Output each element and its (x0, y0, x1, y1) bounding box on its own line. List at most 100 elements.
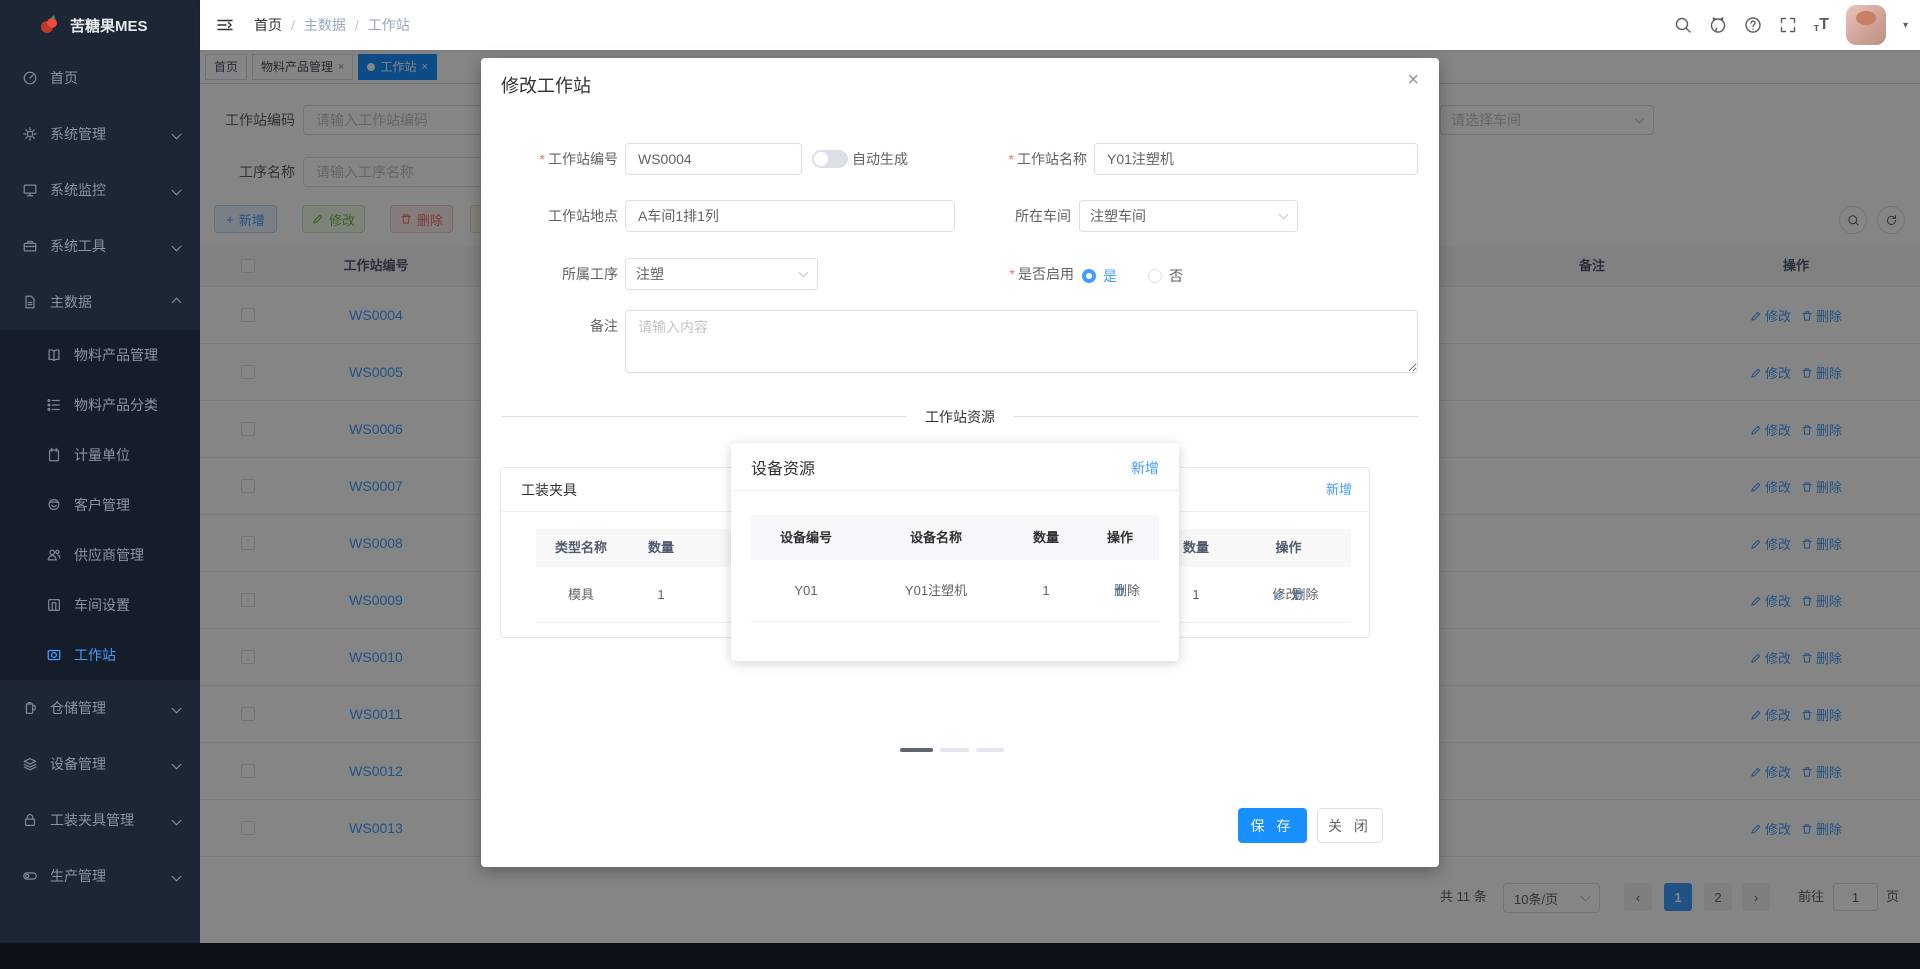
bottom-strip (0, 943, 1920, 969)
carousel-dash-active[interactable] (900, 748, 933, 752)
document-icon (22, 294, 38, 310)
process-select-value: 注塑 (636, 266, 664, 282)
right-delete-link[interactable]: 删除 (1293, 587, 1319, 602)
sidebar: 苦糖果MES 首页系统管理系统监控系统工具主数据物料产品管理 物料产品分类 计量单位… (0, 0, 200, 943)
code-input[interactable] (625, 143, 802, 175)
auto-generate-label: 自动生成 (852, 151, 908, 167)
carousel-dash[interactable] (940, 748, 969, 752)
sidebar-item-label: 计量单位 (74, 447, 130, 463)
github-icon[interactable] (1709, 16, 1727, 34)
sidebar-item-fixture-mgmt[interactable]: 工装夹具管理 (0, 792, 200, 848)
sidebar-item-label: 物料产品分类 (74, 397, 158, 413)
popup-table-header: 设备编号 设备名称 数量 操作 (751, 515, 1159, 560)
breadcrumb: 首页 / 主数据 / 工作站 (254, 0, 410, 50)
process-select[interactable]: 注塑 (625, 258, 818, 290)
sidebar-item-system-mgmt[interactable]: 系统管理 (0, 106, 200, 162)
font-size-icon[interactable]: тT (1814, 16, 1829, 34)
popup-delete-link[interactable]: 删除 (1114, 583, 1140, 598)
search-icon[interactable] (1674, 16, 1692, 34)
supplier-icon (46, 547, 62, 563)
popup-divider (731, 490, 1179, 491)
chevron-down-icon (171, 815, 182, 825)
popup-add-link[interactable]: 新增 (1131, 458, 1159, 478)
breadcrumb-separator: / (291, 17, 295, 33)
help-icon[interactable] (1744, 16, 1762, 34)
remark-label: 备注 (590, 318, 618, 334)
chevron-down-icon (798, 267, 809, 278)
sidebar-item-label: 设备管理 (50, 756, 106, 772)
notebook-icon (46, 447, 62, 463)
process-label: 所属工序 (562, 266, 618, 282)
cancel-button[interactable]: 关 闭 (1317, 808, 1383, 843)
sidebar-item-material-product-mgmt[interactable]: 物料产品管理 (0, 330, 200, 380)
sidebar-item-label: 系统工具 (50, 238, 106, 254)
sidebar-item-label: 工装夹具管理 (50, 812, 134, 828)
sidebar-item-workstation[interactable]: 工作站 (0, 630, 200, 680)
workshop-select[interactable]: 注塑车间 (1079, 200, 1298, 232)
door-icon (46, 597, 62, 613)
sidebar-item-system-tools[interactable]: 系统工具 (0, 218, 200, 274)
chevron-down-icon[interactable]: ▾ (1903, 20, 1908, 31)
sidebar-item-production-mgmt[interactable]: 生产管理 (0, 848, 200, 904)
right-edit-link[interactable]: 修改 (1273, 587, 1299, 602)
sidebar-collapse-icon[interactable] (216, 16, 234, 34)
name-label: * 工作站名称 (1008, 151, 1087, 167)
dashboard-icon (22, 70, 38, 86)
enabled-yes-radio[interactable]: 是 (1082, 266, 1117, 286)
enabled-no-radio[interactable]: 否 (1148, 266, 1183, 286)
remark-textarea[interactable] (625, 310, 1418, 373)
fullscreen-icon[interactable] (1779, 16, 1797, 34)
sidebar-item-home[interactable]: 首页 (0, 50, 200, 106)
avatar[interactable] (1845, 5, 1886, 45)
location-input[interactable] (625, 200, 955, 232)
navbar-actions: тT ▾ (1674, 0, 1908, 50)
code-label: * 工作站编号 (539, 151, 618, 167)
sidebar-item-label: 仓储管理 (50, 700, 106, 716)
sidebar-item-label: 客户管理 (74, 497, 130, 513)
sidebar-item-label: 系统管理 (50, 126, 106, 142)
sidebar-item-warehouse-mgmt[interactable]: 仓储管理 (0, 680, 200, 736)
device-resources-popup: 设备资源 新增 设备编号 设备名称 数量 操作 Y01 Y01注塑机 1 删除 (731, 443, 1179, 661)
carousel-dash[interactable] (976, 748, 1004, 752)
name-input[interactable] (1094, 143, 1418, 175)
toolbox-icon (22, 238, 38, 254)
sidebar-item-label: 工作站 (74, 647, 116, 663)
app-logo[interactable]: 苦糖果MES (0, 0, 200, 50)
app-title: 苦糖果MES (70, 17, 148, 35)
sidebar-item-material-product-category[interactable]: 物料产品分类 (0, 380, 200, 430)
chevron-down-icon (171, 703, 182, 713)
fixture-panel-title: 工装夹具 (521, 482, 577, 498)
workstation-icon (46, 647, 62, 663)
breadcrumb-home[interactable]: 首页 (254, 15, 282, 35)
sidebar-item-label: 系统监控 (50, 182, 106, 198)
right-panel-add-link[interactable]: 新增 (1326, 468, 1352, 512)
brand-berry-icon (41, 15, 57, 33)
sidebar-item-label: 生产管理 (50, 868, 106, 884)
auto-generate-toggle[interactable] (812, 150, 848, 168)
lock-icon (22, 812, 38, 828)
chevron-down-icon (171, 185, 182, 195)
sidebar-item-equipment-mgmt[interactable]: 设备管理 (0, 736, 200, 792)
radio-on-icon (1082, 269, 1096, 283)
sidebar-item-label: 物料产品管理 (74, 347, 158, 363)
chevron-down-icon (171, 129, 182, 139)
sidebar-item-master-data[interactable]: 主数据 (0, 274, 200, 330)
book-icon (46, 347, 62, 363)
sidebar-item-measure-unit[interactable]: 计量单位 (0, 430, 200, 480)
customer-icon (46, 497, 62, 513)
workshop-select-value: 注塑车间 (1090, 208, 1146, 224)
sidebar-item-customer-mgmt[interactable]: 客户管理 (0, 480, 200, 530)
sidebar-item-system-monitor[interactable]: 系统监控 (0, 162, 200, 218)
sidebar-item-workshop-settings[interactable]: 车间设置 (0, 580, 200, 630)
category-icon (46, 397, 62, 413)
breadcrumb-separator: / (354, 17, 359, 33)
save-button[interactable]: 保 存 (1238, 808, 1307, 843)
sidebar-item-label: 首页 (50, 70, 78, 86)
sidebar-item-supplier-mgmt[interactable]: 供应商管理 (0, 530, 200, 580)
enabled-label: * 是否启用 (1009, 266, 1074, 282)
breadcrumb-masterdata[interactable]: 主数据 (304, 15, 346, 35)
close-icon[interactable]: × (1407, 70, 1419, 90)
layers-icon (22, 756, 38, 772)
edit-workstation-dialog: 修改工作站 × *工作站编号 自动生成 *工作站名称 工作站地点 所在车间 注塑… (481, 58, 1439, 867)
chevron-down-icon (171, 759, 182, 769)
